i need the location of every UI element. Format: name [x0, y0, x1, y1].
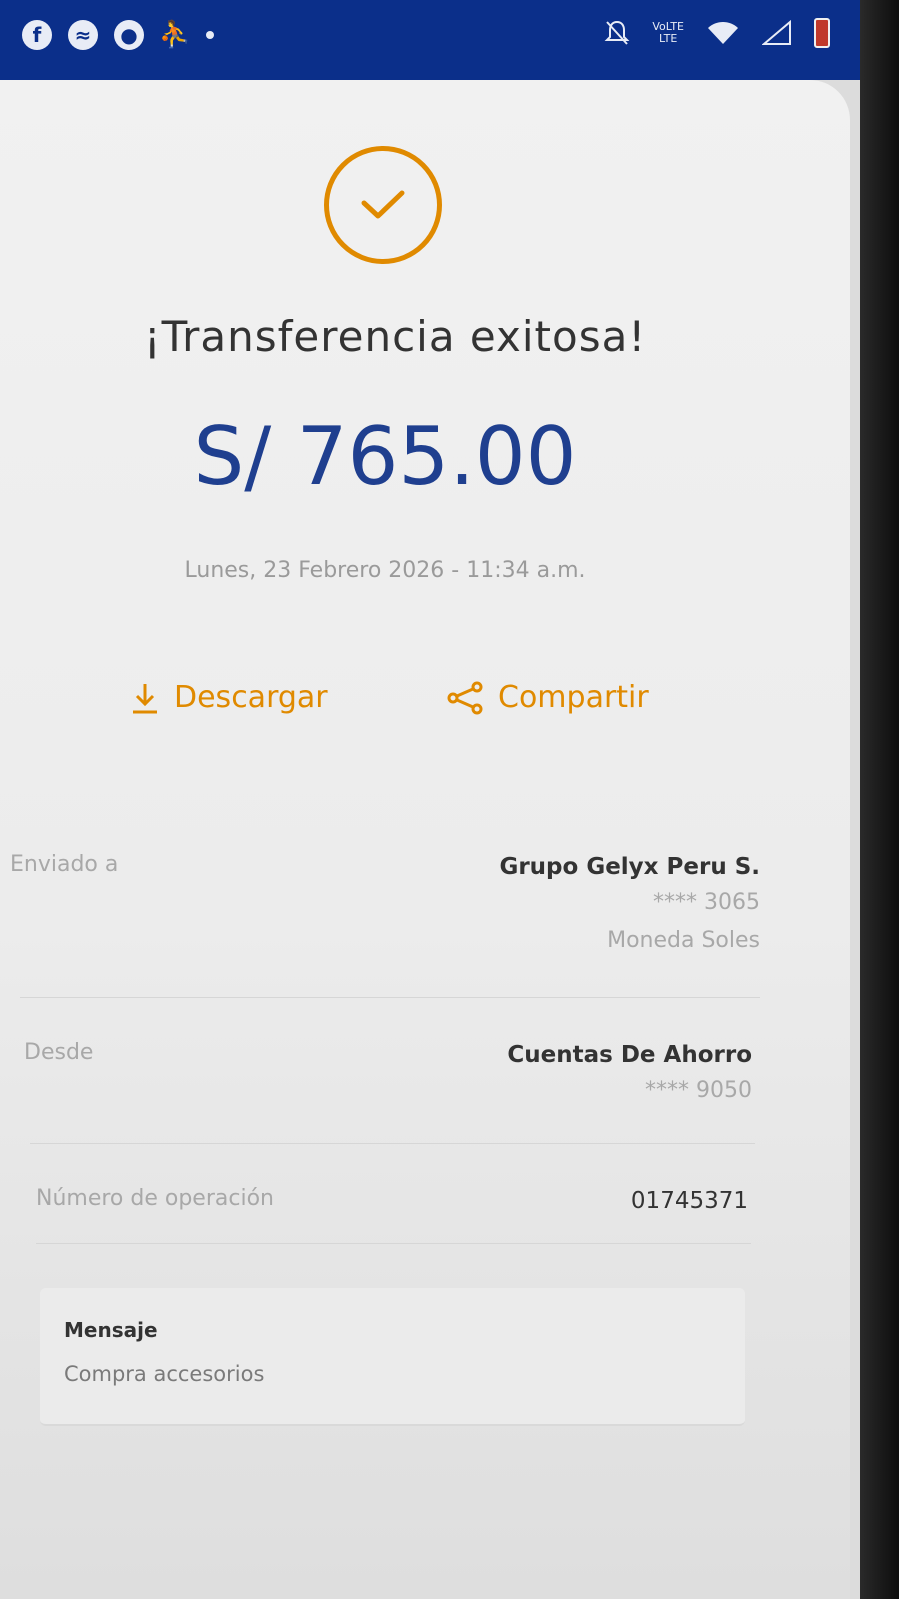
chat-icon: ● — [114, 20, 144, 50]
download-icon — [133, 683, 157, 713]
download-label: Descargar — [174, 680, 328, 715]
source-account-number: **** 9050 — [645, 1078, 752, 1103]
app-screen: f ≈ ● ⛹ VoLTE LTE ¡Transferencia exitosa… — [0, 0, 866, 1599]
recipient-name: Grupo Gelyx Peru S. — [499, 854, 760, 880]
recipient-currency: Moneda Soles — [607, 928, 760, 953]
battery-icon — [814, 18, 830, 48]
recipient-account: **** 3065 — [653, 890, 760, 915]
share-button[interactable]: Compartir — [446, 680, 649, 715]
accessibility-icon: ⛹ — [158, 20, 192, 50]
from-label: Desde — [24, 1040, 94, 1065]
detail-row-from: Desde Cuentas De Ahorro **** 9050 — [0, 1038, 770, 1128]
messenger-icon: ≈ — [68, 20, 98, 50]
message-label: Mensaje — [64, 1318, 158, 1342]
operation-label: Número de operación — [36, 1186, 274, 1211]
volte-icon: VoLTE LTE — [652, 20, 684, 45]
download-button[interactable]: Descargar — [130, 680, 328, 715]
notification-icons: f ≈ ● ⛹ — [22, 20, 214, 50]
transfer-datetime: Lunes, 23 Febrero 2026 - 11:34 a.m. — [184, 558, 586, 583]
wifi-icon — [708, 22, 738, 44]
mute-icon — [604, 20, 630, 45]
operation-number: 01745371 — [630, 1188, 748, 1214]
source-account-name: Cuentas De Ahorro — [507, 1042, 752, 1068]
facebook-icon: f — [22, 20, 52, 50]
sent-to-label: Enviado a — [10, 852, 119, 877]
system-icons: VoLTE LTE — [604, 18, 830, 48]
operation-values: 01745371 — [631, 1184, 748, 1218]
transfer-amount: S/ 765.00 — [193, 410, 577, 503]
divider — [20, 997, 760, 998]
divider — [30, 1143, 755, 1144]
check-circle-icon — [324, 146, 442, 264]
status-bar: f ≈ ● ⛹ VoLTE LTE — [0, 0, 866, 80]
message-text: Compra accesorios — [64, 1362, 265, 1386]
page-title: ¡Transferencia exitosa! — [143, 312, 647, 361]
message-box: Mensaje Compra accesorios — [40, 1288, 745, 1426]
divider — [36, 1243, 751, 1244]
share-label: Compartir — [498, 680, 649, 715]
device-bezel — [860, 0, 899, 1599]
share-icon — [447, 681, 483, 714]
signal-icon — [762, 20, 791, 45]
receipt-card: ¡Transferencia exitosa! S/ 765.00 Lunes,… — [0, 80, 850, 1599]
more-notifications-dot — [206, 31, 214, 39]
detail-row-sent-to: Enviado a Grupo Gelyx Peru S. **** 3065 … — [0, 850, 770, 970]
from-values: Cuentas De Ahorro **** 9050 — [507, 1038, 752, 1110]
sent-to-values: Grupo Gelyx Peru S. **** 3065 Moneda Sol… — [499, 850, 760, 960]
detail-row-operation: Número de operación 01745371 — [0, 1184, 770, 1234]
